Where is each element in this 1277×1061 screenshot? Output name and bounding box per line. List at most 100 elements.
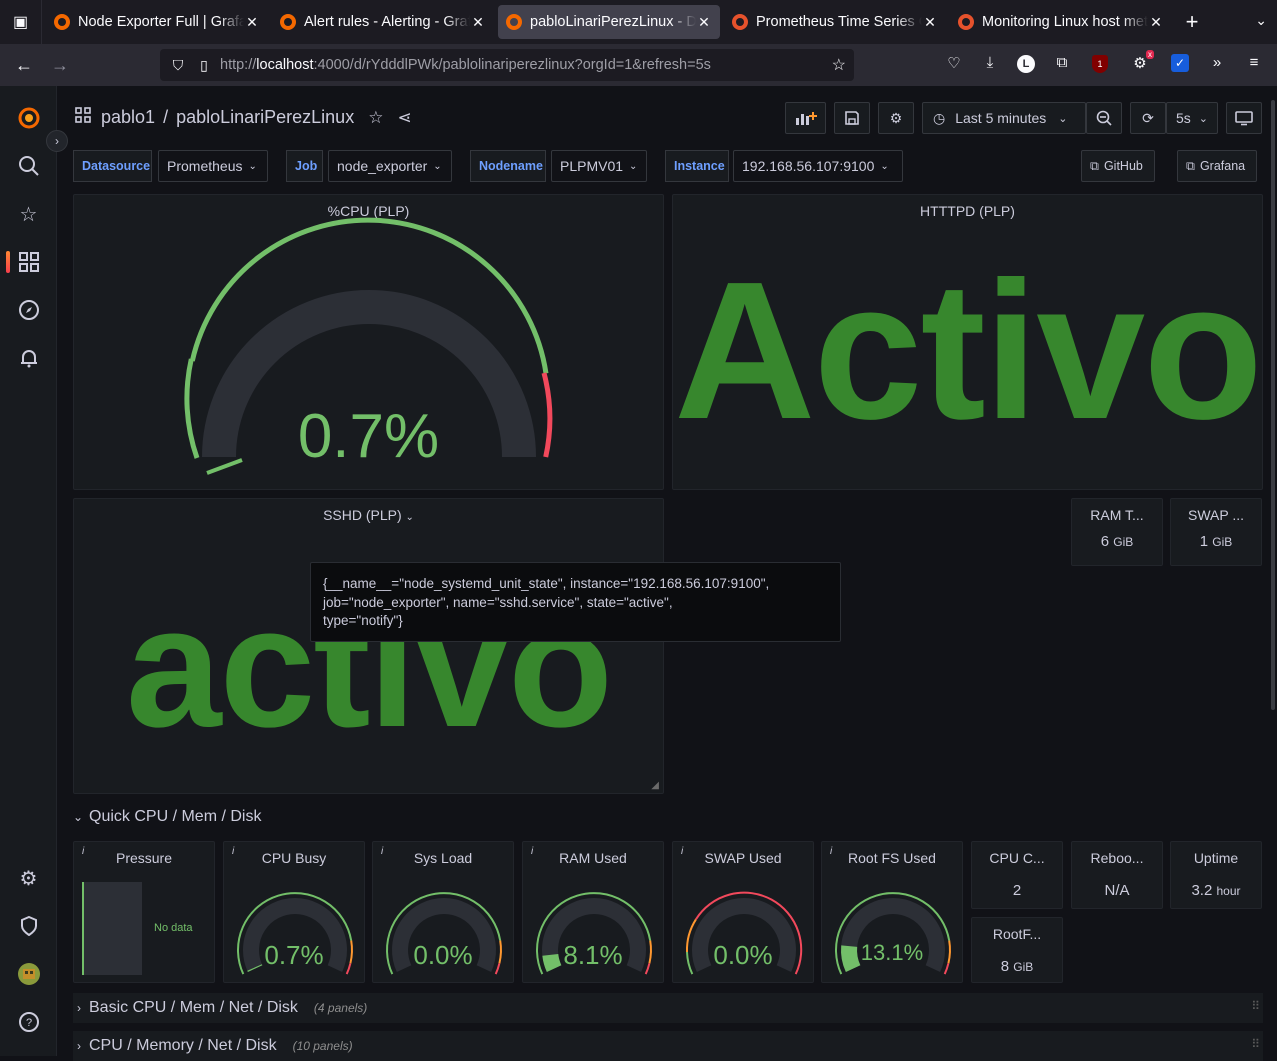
cpu-busy-panel[interactable]: i CPU Busy 0.7% [223,841,365,983]
back-icon[interactable]: ← [6,55,42,76]
drag-handle-icon[interactable]: ⠿ [1251,999,1260,1013]
bookmark-star-icon[interactable]: ☆ [832,55,846,75]
dashboards-icon[interactable] [0,247,57,277]
grafana-logo-icon[interactable] [0,103,57,133]
tab-overview-icon[interactable]: ▣ [0,0,42,44]
prometheus-icon [958,14,974,30]
starred-icon[interactable]: ☆ [0,199,57,229]
sys-load-value: 0.0% [413,940,473,970]
refresh-button[interactable]: ⟳ [1130,102,1166,134]
panel-title: HTTTPD (PLP) [920,203,1015,219]
variable-select-nodename[interactable]: PLPMV01 ⌄ [551,150,647,182]
ublock-icon[interactable]: 1 [1088,54,1112,76]
close-tab-icon[interactable]: ✕ [244,14,260,31]
ram-total-panel[interactable]: RAM T... 6 GiB [1071,498,1163,566]
swap-total-panel[interactable]: SWAP ... 1 GiB [1170,498,1262,566]
github-link[interactable]: ⧉ GitHub [1081,150,1155,182]
more-tools-icon[interactable]: » [1205,54,1229,76]
pocket-icon[interactable]: ♡ [942,54,966,76]
sys-load-panel[interactable]: i Sys Load 0.0% [372,841,514,983]
browser-tab[interactable]: Prometheus Time Series Collection ✕ [724,5,946,39]
chevron-down-icon[interactable]: ⌄ [406,512,414,523]
extension-x-icon[interactable]: ⚙ x [1128,50,1154,76]
user-avatar[interactable] [0,959,57,989]
grafana-link[interactable]: ⧉ Grafana [1177,150,1257,182]
resize-handle-icon[interactable]: ◢ [651,780,659,791]
help-icon[interactable]: ? [0,1007,57,1037]
close-tab-icon[interactable]: ✕ [470,14,486,31]
reboot-panel[interactable]: Reboo... N/A [1071,841,1163,909]
chevron-right-icon: › [77,1039,81,1053]
browser-tab[interactable]: Alert rules - Alerting - Grafana ✕ [272,5,494,39]
ram-used-value: 8.1% [563,940,623,970]
variable-select-instance[interactable]: 192.168.56.107:9100 ⌄ [733,150,903,182]
page-info-icon[interactable]: ▯ [194,57,214,74]
dashboard-title[interactable]: pabloLinariPerezLinux [176,107,354,128]
page-scrollbar[interactable] [1271,100,1275,710]
expand-sidemenu-button[interactable]: › [46,130,68,152]
close-tab-icon[interactable]: ✕ [1148,14,1164,31]
panel-title: CPU C... [989,850,1045,866]
uptime-value: 3.2 hour [1191,882,1241,899]
browser-tab-active[interactable]: pabloLinariPerezLinux - Dashboards ✕ [498,5,720,39]
panel-title-text: SSHD (PLP) [323,507,402,523]
row-title: Quick CPU / Mem / Disk [89,808,262,825]
browser-tab[interactable]: Node Exporter Full | Grafana ✕ [46,5,268,39]
share-icon[interactable]: ⋖ [397,108,411,128]
variable-select-datasource[interactable]: Prometheus ⌄ [158,150,268,182]
close-tab-icon[interactable]: ✕ [696,14,712,31]
save-dashboard-button[interactable] [834,102,870,134]
alerting-bell-icon[interactable] [0,343,57,373]
ram-used-panel[interactable]: i RAM Used 8.1% [522,841,664,983]
configuration-gear-icon[interactable]: ⚙ [0,863,57,893]
row-quick-cpu-mem-disk[interactable]: ⌄ Quick CPU / Mem / Disk [73,802,1263,832]
explore-compass-icon[interactable] [0,295,57,325]
tab-title: Node Exporter Full | Grafana [78,14,244,30]
variable-value: Prometheus [167,158,243,174]
httpd-status-panel[interactable]: HTTTPD (PLP) Activo [672,194,1263,490]
row-basic-cpu-mem-net-disk[interactable]: › Basic CPU / Mem / Net / Disk (4 panels… [73,993,1263,1023]
add-panel-button[interactable] [785,102,826,134]
search-icon[interactable] [0,151,57,181]
forward-icon[interactable]: → [42,55,78,76]
swap-used-panel[interactable]: i SWAP Used 0.0% [672,841,814,983]
downloads-icon[interactable]: ⤓ [978,54,1002,76]
breadcrumb: pablo1 / pabloLinariPerezLinux ☆ ⋖ [75,107,412,128]
drag-handle-icon[interactable]: ⠿ [1251,1037,1260,1051]
star-dashboard-icon[interactable]: ☆ [368,108,383,128]
chevron-down-icon: ⌄ [629,160,638,172]
app-menu-icon[interactable]: ≡ [1242,54,1266,76]
browser-tab[interactable]: Monitoring Linux host metrics ✕ [950,5,1172,39]
pressure-bar [82,882,142,975]
variable-select-job[interactable]: node_exporter ⌄ [328,150,452,182]
refresh-interval-picker[interactable]: 5s ⌄ [1166,102,1218,134]
bitwarden-icon[interactable]: ✓ [1168,54,1192,76]
shield-icon[interactable]: ⛉ [168,57,188,74]
rootfs-used-panel[interactable]: i Root FS Used 13.1% [821,841,963,983]
url-bar[interactable]: ⛉ ▯ http://localhost:4000/d/rYdddlPWk/pa… [160,49,854,81]
server-admin-shield-icon[interactable] [0,911,57,941]
zoom-out-button[interactable] [1086,102,1122,134]
row-cpu-memory-net-disk[interactable]: › CPU / Memory / Net / Disk (10 panels) … [73,1031,1263,1061]
cpu-cores-panel[interactable]: CPU C... 2 [971,841,1063,909]
pressure-panel[interactable]: i Pressure No data [73,841,215,983]
new-tab-button[interactable]: + [1172,9,1212,35]
tv-mode-button[interactable] [1226,102,1262,134]
variable-value: 192.168.56.107:9100 [742,158,875,174]
chevron-down-icon: ⌄ [73,810,84,824]
panel-title: RootF... [992,926,1042,942]
uptime-panel[interactable]: Uptime 3.2 hour [1170,841,1262,909]
list-tabs-icon[interactable]: ⌄ [1255,12,1267,29]
sshd-status-panel[interactable]: SSHD (PLP) ⌄ activo ◢ [73,498,664,794]
extensions-icon[interactable]: ⧉ [1050,54,1074,76]
time-range-label: Last 5 minutes [955,110,1047,126]
time-picker-button[interactable]: ◷ Last 5 minutes ⌄ [922,102,1086,134]
dashboard-settings-button[interactable]: ⚙ [878,102,914,134]
account-icon[interactable]: L [1014,54,1038,76]
svg-text:?: ? [25,1017,31,1029]
folder-link[interactable]: pablo1 [101,107,155,128]
rootfs-total-panel[interactable]: RootF... 8 GiB [971,917,1063,983]
browser-nav-bar: ← → ⛉ ▯ http://localhost:4000/d/rYdddlPW… [0,44,1277,86]
close-tab-icon[interactable]: ✕ [922,14,938,31]
cpu-gauge-panel[interactable]: %CPU (PLP) 0.7% [73,194,664,490]
